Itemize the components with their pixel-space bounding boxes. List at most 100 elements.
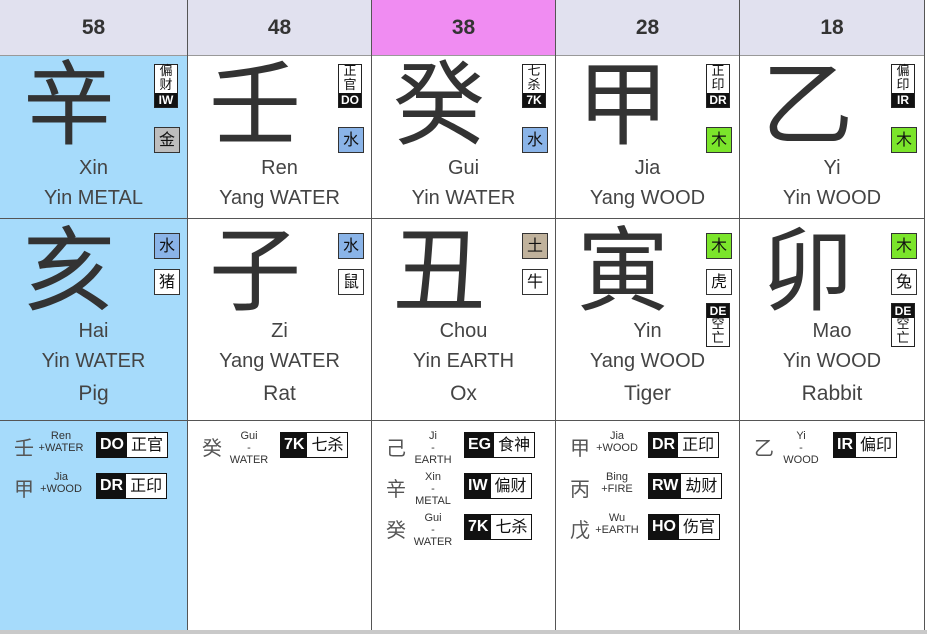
age-header[interactable]: 28	[556, 0, 739, 56]
ten-god-chars: 正官	[343, 64, 357, 93]
pillar-column-28[interactable]: 28 甲正印 DR 木 Jia Yang WOOD 寅木虎 DE 空亡 Yin Yang WOOD T…	[556, 0, 740, 634]
hidden-stem-row: 癸 Gui - WATER 7K 七杀	[202, 430, 366, 466]
hidden-stem-row: 辛 Xin - METAL IW 偏财	[386, 471, 550, 507]
ten-god-name: 七杀	[495, 517, 528, 536]
branch-character: 寅	[576, 218, 669, 325]
ten-god-code: RW	[649, 474, 682, 498]
age-header[interactable]: 48	[188, 0, 371, 56]
hidden-stem-ten-god-badge: RW 劫财	[648, 473, 723, 499]
hidden-stem-character: 甲	[14, 477, 34, 501]
age-header[interactable]: 38	[372, 0, 555, 56]
stem-element-water-icon: 水	[338, 127, 364, 153]
zodiac-rat-icon: 鼠	[338, 269, 364, 295]
hidden-stem-character: 己	[386, 436, 406, 460]
stem-element-wood-icon: 木	[706, 127, 732, 153]
ten-god-chars: 偏财	[159, 64, 173, 93]
hidden-stem-row: 甲 Jia +WOOD DR 正印	[14, 471, 182, 501]
ten-god-code: DO	[97, 433, 127, 457]
hidden-stem-row: 乙 Yi - WOOD IR 偏印	[754, 430, 919, 466]
hidden-stem-character: 辛	[386, 477, 406, 501]
branch-element-wood-icon: 木	[891, 233, 917, 259]
branch-description: Yin WOOD	[782, 350, 882, 372]
hidden-stem-row: 壬 Ren +WATER DO 正官	[14, 430, 182, 460]
hidden-stem-ten-god-badge: 7K 七杀	[464, 514, 533, 540]
hidden-stem-ten-god-badge: IR 偏印	[833, 432, 898, 458]
branch-animal: Rabbit	[801, 382, 863, 405]
ten-god-chars: 正印	[711, 64, 725, 93]
hidden-stem-character: 癸	[386, 518, 406, 542]
row-divider	[188, 420, 371, 421]
stem-ten-god-tag: 偏印 IR	[891, 64, 915, 108]
branch-pinyin: Yin	[633, 320, 662, 342]
pillar-column-38[interactable]: 38 癸七杀 7K 水 Gui Yin WATER 丑土牛 Chou Yin EARTH Ox 己 J…	[372, 0, 556, 634]
luck-pillars-grid: 58 辛偏财 IW 金 Xin Yin METAL 亥水猪 Hai Yin WATER Pig 壬 R…	[0, 0, 927, 634]
age-header[interactable]: 58	[0, 0, 187, 56]
hidden-stem-ten-god-badge: DR 正印	[96, 473, 168, 499]
hidden-stem-label: Wu +EARTH	[595, 512, 639, 536]
ten-god-name: 正印	[682, 435, 715, 454]
stem-pinyin: Xin	[79, 157, 108, 179]
hidden-stem-ten-god-badge: HO 伤官	[648, 514, 721, 540]
stem-character: 甲	[576, 52, 669, 159]
stem-description: Yin WOOD	[782, 187, 882, 209]
hidden-stem-ten-god-badge: DR 正印	[648, 432, 720, 458]
zodiac-ox-icon: 牛	[522, 269, 548, 295]
ten-god-name: 七杀	[311, 435, 344, 454]
ten-god-code: DR	[707, 93, 729, 107]
stem-character: 辛	[22, 52, 115, 159]
ten-god-code: IR	[834, 433, 856, 457]
zodiac-rabbit-icon: 兔	[891, 269, 917, 295]
branch-pinyin: Chou	[439, 320, 488, 342]
hidden-stem-row: 癸 Gui - WATER 7K 七杀	[386, 512, 550, 548]
stem-element-metal-icon: 金	[154, 127, 180, 153]
age-header[interactable]: 18	[740, 0, 924, 56]
branch-element-water-icon: 水	[338, 233, 364, 259]
branch-character: 子	[208, 218, 301, 325]
ten-god-code: DO	[339, 93, 361, 107]
hidden-stem-row: 甲 Jia +WOOD DR 正印	[570, 430, 734, 460]
pillar-column-18[interactable]: 18 乙偏印 IR 木 Yi Yin WOOD 卯木兔 DE 空亡 Mao Yin WOOD Rabb…	[740, 0, 925, 634]
stem-character: 乙	[761, 52, 854, 159]
hidden-stem-ten-god-badge: IW 偏财	[464, 473, 532, 499]
hidden-stem-label: Ren +WATER	[38, 430, 84, 454]
ten-god-code: DR	[649, 433, 679, 457]
row-divider	[0, 420, 187, 421]
hidden-stem-label: Gui - WATER	[413, 512, 453, 548]
stem-pinyin: Jia	[634, 157, 661, 179]
ten-god-name: 偏印	[860, 435, 893, 454]
ten-god-code: IW	[155, 93, 177, 107]
hidden-stem-character: 戊	[570, 518, 590, 542]
ten-god-name: 伤官	[683, 517, 716, 536]
zodiac-pig-icon: 猪	[154, 269, 180, 295]
hidden-stem-row: 戊 Wu +EARTH HO 伤官	[570, 512, 734, 542]
branch-element-water-icon: 水	[154, 233, 180, 259]
ten-god-name: 正印	[130, 476, 163, 495]
hidden-stem-character: 乙	[754, 436, 774, 460]
hidden-stem-ten-god-badge: DO 正官	[96, 432, 169, 458]
pillar-column-48[interactable]: 48 壬 正官 DO 水 Ren Yang WATER 子 水鼠 Zi Yang WATER Rat 癸…	[188, 0, 372, 634]
branch-character: 丑	[392, 218, 485, 325]
hidden-stem-label: Yi - WOOD	[783, 430, 819, 466]
stem-description: Yang WOOD	[589, 187, 706, 209]
pillar-column-58[interactable]: 58 辛 偏财 IW 金 Xin Yin METAL 亥 水猪 Hai Yin WATER Pig 壬 R…	[0, 0, 188, 634]
horizontal-scrollbar[interactable]	[0, 630, 927, 634]
hidden-stem-character: 丙	[570, 477, 590, 501]
stem-pinyin: Yi	[823, 157, 841, 179]
hidden-stem-character: 癸	[202, 436, 222, 460]
ten-god-chars: 偏印	[896, 64, 910, 93]
branch-animal: Rat	[263, 382, 296, 405]
hidden-stem-label: Xin - METAL	[415, 471, 451, 507]
stem-description: Yang WATER	[219, 187, 340, 209]
stem-ten-god-tag: 正印 DR	[706, 64, 730, 108]
branch-animal: Ox	[450, 382, 477, 405]
ten-god-code: HO	[649, 515, 679, 539]
ten-god-chars: 七杀	[527, 64, 541, 93]
hidden-stem-character: 甲	[570, 436, 590, 460]
branch-description: Yin WATER	[41, 350, 146, 372]
ten-god-name: 食神	[498, 435, 531, 454]
branch-description: Yang WATER	[219, 350, 340, 372]
row-divider	[740, 420, 924, 421]
hidden-stem-row: 丙 Bing +FIRE RW 劫财	[570, 471, 734, 501]
branch-element-wood-icon: 木	[706, 233, 732, 259]
ten-god-code: EG	[465, 433, 495, 457]
